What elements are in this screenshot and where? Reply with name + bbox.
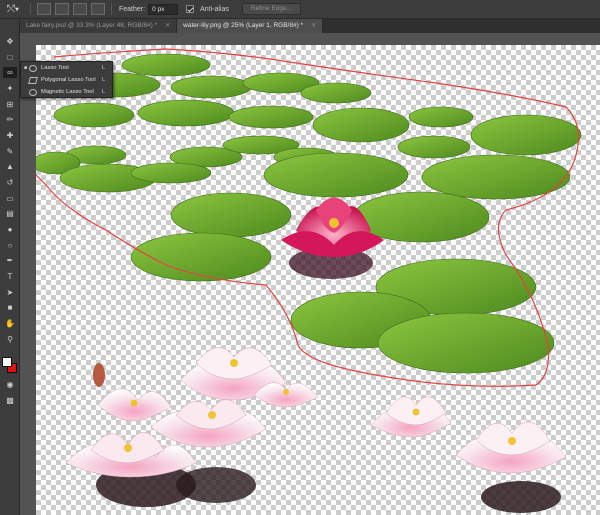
gradient-icon[interactable]: ▤ <box>3 208 17 219</box>
subtract-selection-icon[interactable] <box>73 3 87 15</box>
new-selection-icon[interactable] <box>37 3 51 15</box>
close-icon[interactable]: ✕ <box>165 19 170 33</box>
dodge-icon[interactable]: ○ <box>3 240 17 251</box>
feather-label: Feather: <box>119 5 146 13</box>
menu-item-label: Polygonal Lasso Tool <box>41 77 96 83</box>
anti-alias-label: Anti-alias <box>200 5 229 13</box>
intersect-selection-icon[interactable] <box>91 3 105 15</box>
white-water-lily-cluster <box>65 347 319 507</box>
hand-icon[interactable]: ✋ <box>3 318 17 329</box>
tools-panel: ✥ □ ∞ ✦ ⊞ ✏ ✚ ✎ ▲ ↺ ▭ ▤ ● ○ ✒ T ➤ ■ ✋ ⚲ … <box>0 19 20 515</box>
brush-icon[interactable]: ✎ <box>3 146 17 157</box>
document-canvas[interactable] <box>36 45 600 515</box>
tab-lake-fairy[interactable]: Lake fairy.psd @ 33.3% (Layer 48, RGB/8#… <box>20 19 178 33</box>
magnetic-lasso-tool-item[interactable]: Magnetic Lasso Tool L <box>21 86 112 98</box>
stamp-icon[interactable]: ▲ <box>3 161 17 172</box>
divider <box>30 3 31 15</box>
anti-alias-checkbox[interactable] <box>186 5 195 13</box>
menu-item-label: Magnetic Lasso Tool <box>41 89 94 95</box>
canvas-area <box>20 33 600 515</box>
marquee-icon[interactable]: □ <box>3 52 17 63</box>
close-icon[interactable]: ✕ <box>311 19 316 33</box>
shape-icon[interactable]: ■ <box>3 302 17 313</box>
feather-input[interactable]: 0 px <box>148 3 179 15</box>
path-select-icon[interactable]: ➤ <box>3 287 17 298</box>
polygonal-lasso-icon <box>28 76 38 84</box>
eraser-icon[interactable]: ▭ <box>3 193 17 204</box>
blur-icon[interactable]: ● <box>3 224 17 235</box>
healing-icon[interactable]: ✚ <box>3 130 17 141</box>
lasso-icon <box>29 64 37 72</box>
shortcut-label: L <box>102 77 106 83</box>
quick-select-icon[interactable]: ✦ <box>3 83 17 94</box>
screen-mode-icon[interactable]: ▩ <box>3 395 17 406</box>
lasso-icon[interactable]: ∞ <box>3 67 17 78</box>
lasso-icon[interactable]: ⤲▾ <box>0 1 26 18</box>
polygonal-lasso-tool-item[interactable]: Polygonal Lasso Tool L <box>21 74 112 86</box>
pen-icon[interactable]: ✒ <box>3 255 17 266</box>
white-water-lily-pair <box>370 396 567 513</box>
document-tabs: Lake fairy.psd @ 33.3% (Layer 48, RGB/8#… <box>20 19 600 33</box>
menu-item-label: Lasso Tool <box>41 65 69 71</box>
options-bar: ⤲▾ Feather: 0 px Anti-alias Refine Edge.… <box>0 0 600 19</box>
eyedropper-icon[interactable]: ✏ <box>3 114 17 125</box>
quick-mask-icon[interactable]: ◉ <box>3 379 17 390</box>
zoom-icon[interactable]: ⚲ <box>3 334 17 345</box>
history-brush-icon[interactable]: ↺ <box>3 177 17 188</box>
shortcut-label: L <box>102 89 106 95</box>
type-icon[interactable]: T <box>3 271 17 282</box>
shortcut-label: L <box>102 65 106 71</box>
foreground-color-swatch[interactable] <box>2 357 12 367</box>
canvas-artwork <box>36 48 582 513</box>
move-icon[interactable]: ✥ <box>3 36 17 47</box>
divider <box>111 3 112 15</box>
add-selection-icon[interactable] <box>55 3 69 15</box>
tab-label: water-lily.png @ 25% (Layer 1, RGB/8#) * <box>183 22 304 29</box>
magnetic-lasso-icon <box>29 88 37 96</box>
lasso-tool-flyout: ■ Lasso Tool L Polygonal Lasso Tool L Ma… <box>20 61 113 98</box>
refine-edge-button[interactable]: Refine Edge... <box>241 3 302 15</box>
lasso-tool-item[interactable]: ■ Lasso Tool L <box>21 62 112 74</box>
crop-icon[interactable]: ⊞ <box>3 99 17 110</box>
tab-water-lily[interactable]: water-lily.png @ 25% (Layer 1, RGB/8#) *… <box>177 19 324 33</box>
tab-label: Lake fairy.psd @ 33.3% (Layer 48, RGB/8#… <box>26 22 158 29</box>
